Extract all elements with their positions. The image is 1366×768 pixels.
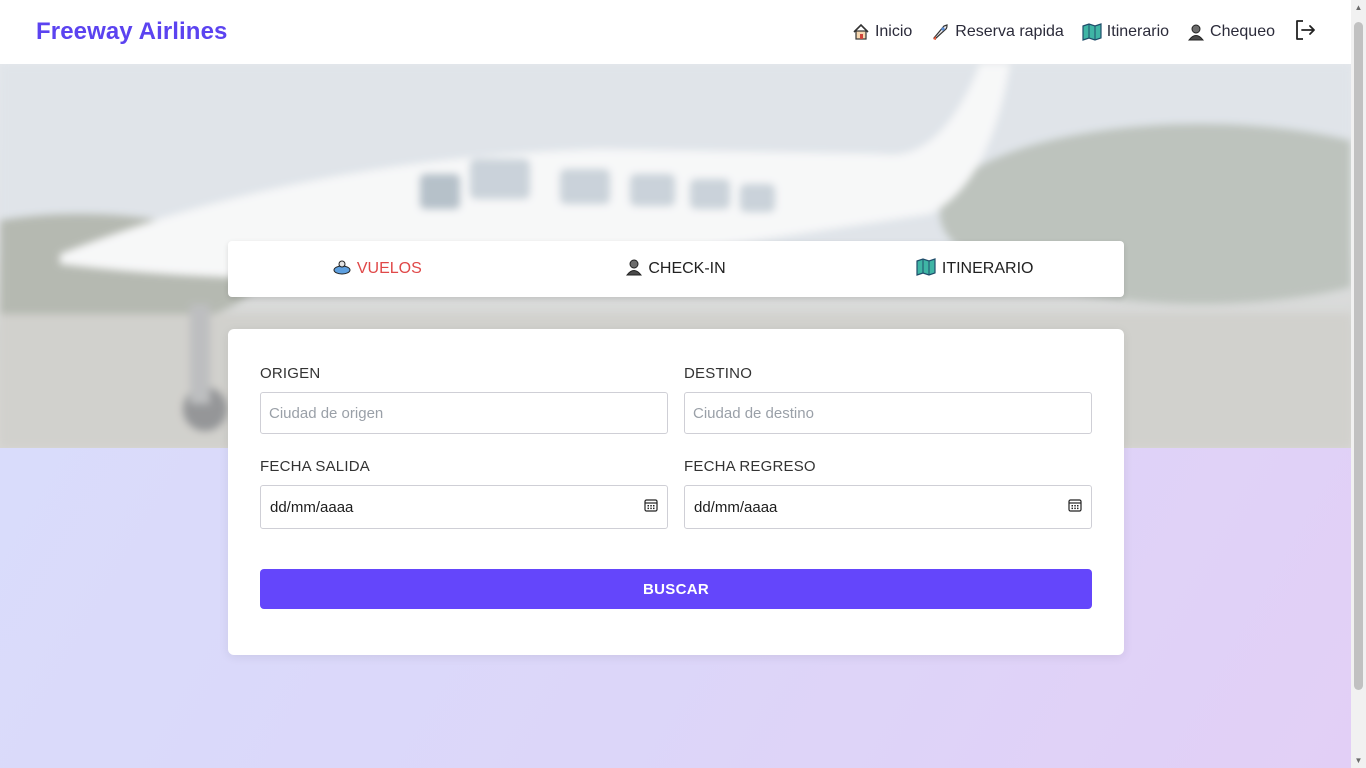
nav-item-itinerario[interactable]: Itinerario <box>1082 23 1169 41</box>
tab-label: VUELOS <box>356 260 422 277</box>
scroll-down-arrow-icon[interactable]: ▼ <box>1354 756 1363 765</box>
rocket-icon <box>930 22 950 42</box>
nav-links: Inicio Reserva rapida Itinerario Chequeo <box>852 18 1317 47</box>
flight-search-form: ORIGEN DESTINO FECHA SALIDA dd/mm/aaaa F… <box>228 329 1124 655</box>
person-icon <box>626 258 643 281</box>
travel-icon <box>333 259 351 280</box>
map-icon <box>916 257 936 281</box>
destination-input[interactable] <box>684 392 1092 434</box>
calendar-icon[interactable] <box>644 498 658 516</box>
top-navbar: Freeway Airlines Inicio Reserva rapida I… <box>0 0 1351 64</box>
nav-item-inicio[interactable]: Inicio <box>852 23 912 41</box>
origin-input[interactable] <box>260 392 668 434</box>
nav-item-label: Chequeo <box>1210 23 1275 40</box>
brand-logo[interactable]: Freeway Airlines <box>36 18 227 46</box>
nav-item-label: Reserva rapida <box>955 23 1064 40</box>
date-value: dd/mm/aaaa <box>694 498 778 516</box>
map-icon <box>1082 23 1102 41</box>
scroll-up-arrow-icon[interactable]: ▲ <box>1354 3 1363 12</box>
person-icon <box>1187 23 1205 41</box>
logout-button[interactable] <box>1293 18 1317 47</box>
nav-item-chequeo[interactable]: Chequeo <box>1187 23 1275 41</box>
departure-date-group: FECHA SALIDA dd/mm/aaaa <box>260 458 668 529</box>
departure-date-input[interactable]: dd/mm/aaaa <box>260 485 668 529</box>
date-value: dd/mm/aaaa <box>270 498 354 516</box>
calendar-icon[interactable] <box>1068 498 1082 516</box>
destination-label: DESTINO <box>684 365 753 382</box>
nav-item-label: Inicio <box>874 23 913 40</box>
tab-vuelos[interactable]: VUELOS <box>228 259 527 280</box>
scrollbar[interactable]: ▲ ▼ <box>1351 0 1366 768</box>
scrollbar-thumb[interactable] <box>1354 22 1363 690</box>
search-tabs: VUELOS CHECK-IN ITINERARIO <box>228 241 1124 297</box>
departure-date-label: FECHA SALIDA <box>260 458 370 475</box>
return-date-label: FECHA REGRESO <box>684 458 816 475</box>
origin-label: ORIGEN <box>260 365 321 382</box>
search-button[interactable]: BUSCAR <box>260 569 1092 609</box>
origin-field-group: ORIGEN <box>260 365 668 434</box>
tab-label: CHECK-IN <box>648 260 726 277</box>
home-icon <box>852 23 870 41</box>
logout-icon <box>1293 18 1317 47</box>
destination-field-group: DESTINO <box>684 365 1092 434</box>
tab-label: ITINERARIO <box>941 260 1034 277</box>
tab-check-in[interactable]: CHECK-IN <box>527 258 826 281</box>
nav-item-label: Itinerario <box>1106 23 1170 40</box>
nav-item-reserva-rapida[interactable]: Reserva rapida <box>930 22 1064 42</box>
return-date-input[interactable]: dd/mm/aaaa <box>684 485 1092 529</box>
return-date-group: FECHA REGRESO dd/mm/aaaa <box>684 458 1092 529</box>
tab-itinerario[interactable]: ITINERARIO <box>825 257 1124 281</box>
